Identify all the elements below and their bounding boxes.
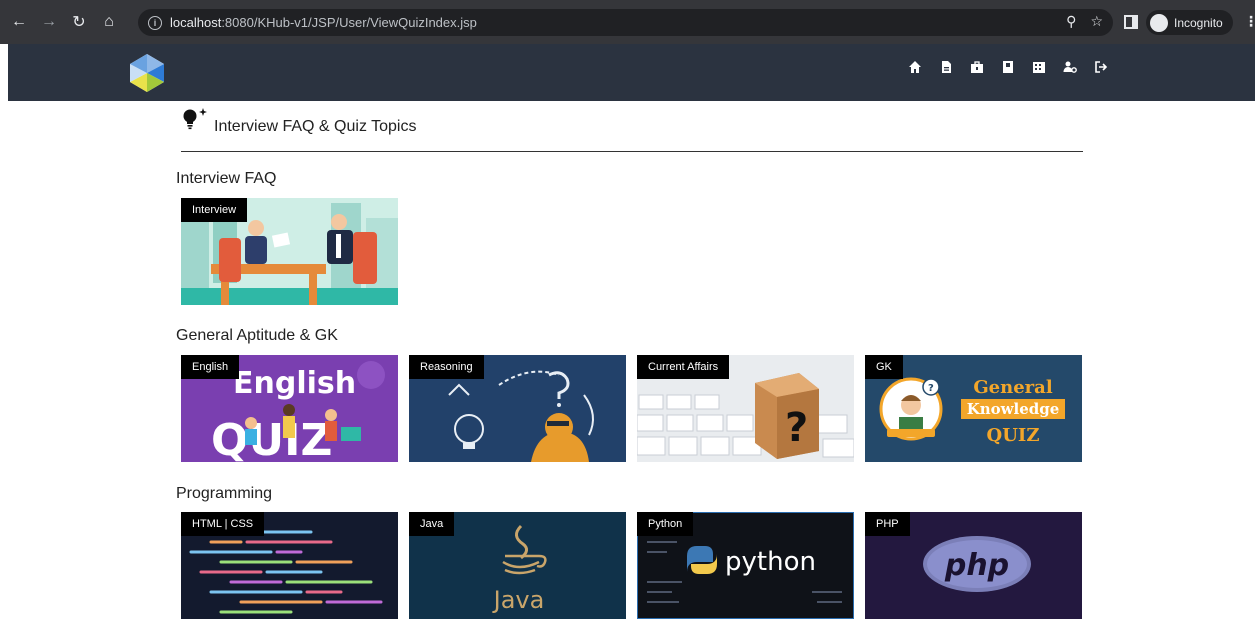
card-label: English bbox=[181, 355, 240, 379]
card-label: HTML | CSS bbox=[181, 512, 265, 536]
users-gear-icon[interactable] bbox=[1063, 60, 1077, 74]
english-art-text: English bbox=[233, 366, 356, 401]
svg-text:?: ? bbox=[928, 383, 934, 394]
back-icon[interactable]: ← bbox=[8, 11, 30, 33]
gk-art-quiz: QUIZ bbox=[987, 425, 1040, 446]
lightbulb-icon bbox=[183, 108, 207, 130]
card-label: Python bbox=[637, 512, 694, 536]
site-logo[interactable] bbox=[126, 52, 168, 94]
card-label: Reasoning bbox=[409, 355, 484, 379]
quiz-card-english[interactable]: English QUIZ English bbox=[181, 355, 398, 462]
card-label: Current Affairs bbox=[637, 355, 730, 379]
forward-icon[interactable]: → bbox=[38, 11, 60, 33]
address-bar[interactable]: i localhost:8080/KHub-v1/JSP/User/ViewQu… bbox=[138, 9, 1113, 36]
building-icon[interactable] bbox=[1032, 60, 1046, 74]
java-art-text: Java bbox=[492, 586, 545, 614]
quiz-card-java[interactable]: Java Java bbox=[409, 512, 626, 619]
python-art-text: python bbox=[725, 547, 816, 577]
quiz-card-current-affairs[interactable]: ? Current Affairs bbox=[637, 355, 854, 462]
incognito-icon bbox=[1150, 13, 1168, 32]
home-browser-icon[interactable]: ⌂ bbox=[98, 11, 120, 33]
gk-art-knowledge: Knowledge bbox=[967, 400, 1060, 418]
quiz-card-interview[interactable]: Interview bbox=[181, 198, 398, 305]
info-icon[interactable]: i bbox=[148, 15, 162, 30]
incognito-label: Incognito bbox=[1174, 15, 1223, 30]
card-label: PHP bbox=[865, 512, 910, 536]
card-label: Interview bbox=[181, 198, 248, 222]
php-art-text: php bbox=[944, 548, 1009, 583]
card-label: GK bbox=[865, 355, 903, 379]
page-header: Interview FAQ & Quiz Topics bbox=[181, 108, 1083, 152]
tab-search-icon[interactable] bbox=[1124, 15, 1138, 29]
gk-art-general: General bbox=[973, 377, 1053, 398]
logout-icon[interactable] bbox=[1094, 60, 1108, 74]
site-header bbox=[8, 44, 1255, 101]
briefcase-icon[interactable] bbox=[970, 60, 984, 74]
document-icon[interactable] bbox=[939, 60, 953, 74]
card-label: Java bbox=[409, 512, 455, 536]
quiz-card-reasoning[interactable]: Reasoning bbox=[409, 355, 626, 462]
quiz-card-html-css[interactable]: HTML | CSS bbox=[181, 512, 398, 619]
section-title-programming: Programming bbox=[176, 485, 273, 502]
url-path: :8080/KHub-v1/JSP/User/ViewQuizIndex.jsp bbox=[221, 15, 477, 30]
incognito-badge[interactable]: Incognito bbox=[1146, 10, 1233, 35]
browser-toolbar: ← → ↻ ⌂ i localhost:8080/KHub-v1/JSP/Use… bbox=[0, 0, 1255, 44]
section-title-interview-faq: Interview FAQ bbox=[176, 170, 277, 187]
home-icon[interactable] bbox=[908, 60, 922, 74]
zoom-icon[interactable]: ⚲ bbox=[1066, 13, 1076, 30]
bookmark-star-icon[interactable]: ☆ bbox=[1090, 13, 1103, 30]
quiz-card-gk[interactable]: ? General Knowledge QUIZ GK bbox=[865, 355, 1082, 462]
section-title-general-aptitude: General Aptitude & GK bbox=[176, 327, 338, 344]
menu-kebab-icon[interactable]: ⋮ bbox=[1244, 13, 1255, 30]
book-icon[interactable] bbox=[1001, 60, 1015, 74]
reload-icon[interactable]: ↻ bbox=[68, 11, 90, 33]
quiz-card-php[interactable]: php PHP bbox=[865, 512, 1082, 619]
quiz-art-text: QUIZ bbox=[211, 415, 332, 462]
svg-text:?: ? bbox=[785, 405, 808, 451]
url-host: localhost bbox=[170, 15, 222, 30]
quiz-card-python[interactable]: python Python bbox=[637, 512, 854, 619]
top-nav bbox=[908, 60, 1108, 74]
page-title: Interview FAQ & Quiz Topics bbox=[214, 118, 417, 135]
